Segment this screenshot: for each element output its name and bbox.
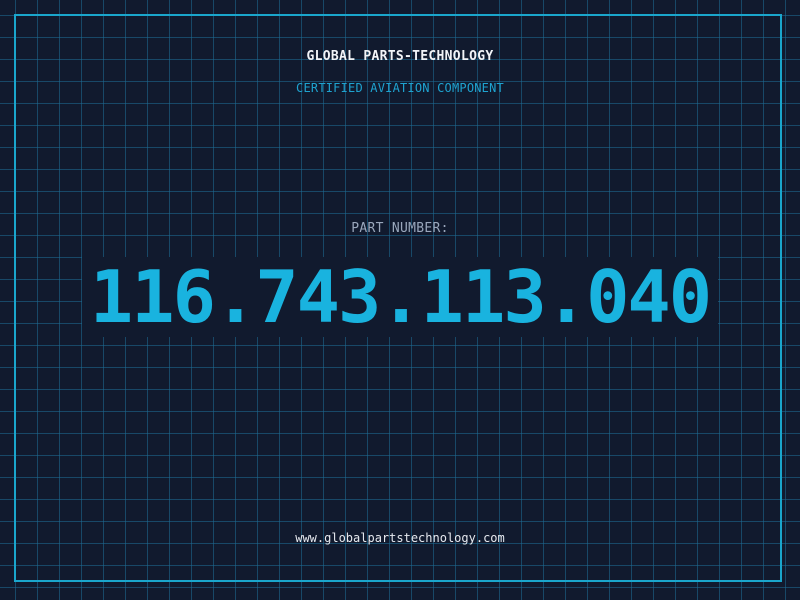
part-number-container: 116.743.113.040: [0, 257, 800, 337]
label-canvas: GLOBAL PARTS-TECHNOLOGY CERTIFIED AVIATI…: [0, 0, 800, 600]
part-number-value: 116.743.113.040: [81, 257, 719, 337]
certification-subtitle: CERTIFIED AVIATION COMPONENT: [296, 81, 504, 95]
brand-title: GLOBAL PARTS-TECHNOLOGY: [306, 49, 494, 64]
part-number-label: PART NUMBER:: [351, 221, 449, 236]
website-url: www.globalpartstechnology.com: [295, 531, 505, 545]
